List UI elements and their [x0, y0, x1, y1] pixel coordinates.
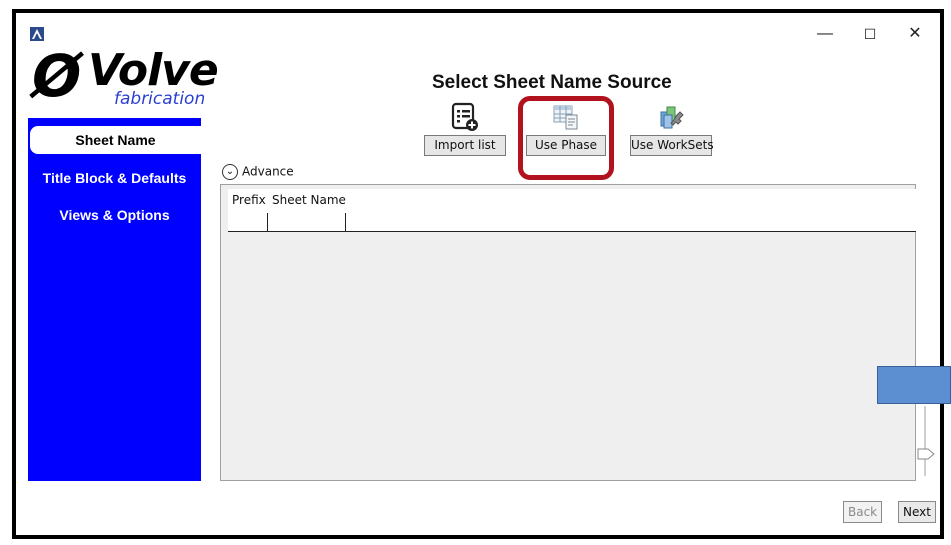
advance-toggle[interactable]: ⌄ Advance [222, 164, 294, 180]
advance-label: Advance [242, 164, 294, 179]
use-phase-highlight [518, 96, 614, 180]
sidebar: Sheet Name Title Block & Defaults Views … [28, 118, 201, 481]
app-logo: Ø Volve fabrication [28, 42, 219, 114]
sheet-name-grid[interactable]: Prefix Sheet Name [220, 184, 916, 481]
minimize-button[interactable]: — [815, 25, 835, 43]
list-add-icon [451, 102, 478, 131]
logo-mark: Ø [32, 42, 82, 110]
cubes-wrench-icon [660, 106, 684, 129]
slider-track[interactable] [924, 406, 926, 476]
use-worksets-button[interactable]: Use WorkSets [630, 135, 714, 156]
column-header-prefix[interactable]: Prefix [228, 189, 268, 213]
sidebar-item-sheet-name[interactable]: Sheet Name [30, 126, 201, 154]
back-button[interactable]: Back [843, 501, 883, 523]
sidebar-item-views-options[interactable]: Views & Options [28, 205, 201, 225]
use-worksets-tool: Use WorkSets [630, 102, 714, 156]
blue-overlay-box [877, 366, 951, 404]
close-button[interactable]: ✕ [905, 25, 925, 43]
next-button[interactable]: Next [898, 501, 936, 523]
logo-subtitle: fabrication [114, 89, 206, 109]
cell-sheet-name[interactable] [268, 213, 346, 231]
page-title: Select Sheet Name Source [432, 72, 672, 93]
sidebar-item-title-block[interactable]: Title Block & Defaults [28, 168, 201, 188]
chevron-down-icon: ⌄ [222, 164, 238, 180]
maximize-button[interactable]: ☐ [860, 25, 880, 43]
import-list-button[interactable]: Import list [424, 135, 506, 156]
app-logo-icon [30, 27, 44, 41]
cell-prefix[interactable] [228, 213, 268, 231]
column-header-sheet-name[interactable]: Sheet Name [268, 189, 348, 213]
grid-header: Prefix Sheet Name [228, 189, 916, 214]
table-row[interactable] [228, 213, 916, 232]
slider-thumb[interactable] [917, 448, 935, 460]
import-list-tool: Import list [424, 102, 506, 156]
